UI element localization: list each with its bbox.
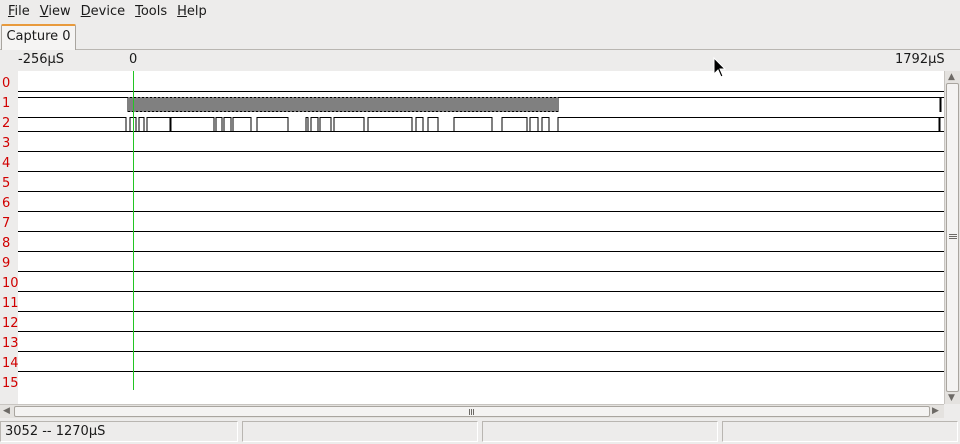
grip-line	[473, 409, 474, 415]
channel-label-2: 2	[2, 116, 11, 131]
scroll-up-icon[interactable]: ▲	[948, 72, 955, 82]
mouse-pointer-icon	[713, 57, 727, 78]
menu-bar: File View Device Tools Help	[0, 0, 960, 23]
capture-panel: -256µS 0 1792µS 0 1 2 3 4 5 6 7 8 9 10 11 12 13 14 15 ▲…	[0, 50, 960, 420]
channel-label-7: 7	[2, 216, 11, 231]
ruler-end-label: 1792µS	[895, 52, 945, 67]
channel-label-8: 8	[2, 236, 11, 251]
scroll-left-icon[interactable]: ◀	[3, 406, 10, 416]
channel-label-9: 9	[2, 256, 11, 271]
grip-line	[949, 238, 957, 239]
grip-line	[469, 409, 470, 415]
horizontal-scrollbar[interactable]: ◀ ▶	[0, 404, 944, 418]
status-field-3	[482, 421, 718, 442]
channel-label-3: 3	[2, 136, 11, 151]
channel-label-0: 0	[2, 76, 11, 91]
status-bar: 3052 -- 1270µS	[0, 420, 960, 444]
menu-file[interactable]: File	[3, 0, 35, 23]
status-range: 3052 -- 1270µS	[0, 421, 238, 442]
menu-view[interactable]: View	[35, 0, 76, 23]
vertical-scrollbar[interactable]: ▲ ▼	[944, 71, 960, 404]
waveform-view[interactable]	[18, 71, 944, 404]
menu-tools[interactable]: Tools	[130, 0, 172, 23]
channel-1-trace	[18, 97, 944, 112]
channel-label-14: 14	[2, 356, 19, 371]
channel-label-10: 10	[2, 276, 19, 291]
channel-label-6: 6	[2, 196, 11, 211]
channel-label-15: 15	[2, 376, 19, 391]
waveform-canvas	[18, 71, 944, 390]
menu-device[interactable]: Device	[76, 0, 130, 23]
menu-help[interactable]: Help	[172, 0, 212, 23]
horizontal-scroll-thumb[interactable]	[14, 406, 930, 417]
tab-strip: Capture 0	[0, 23, 960, 51]
channel-label-13: 13	[2, 336, 19, 351]
channel-label-12: 12	[2, 316, 19, 331]
channel-label-11: 11	[2, 296, 19, 311]
tab-capture-0[interactable]: Capture 0	[1, 24, 76, 51]
status-field-2	[242, 421, 478, 442]
vertical-scroll-thumb[interactable]	[946, 83, 959, 392]
scroll-right-icon[interactable]: ▶	[932, 406, 939, 416]
channel-label-1: 1	[2, 96, 11, 111]
ruler-start-label: -256µS	[18, 52, 65, 67]
channel-2-trace	[18, 117, 944, 132]
channel-label-4: 4	[2, 156, 11, 171]
grip-line	[949, 236, 957, 237]
channel-label-5: 5	[2, 176, 11, 191]
grip-line	[949, 234, 957, 235]
ruler-zero-label: 0	[129, 52, 138, 67]
grip-line	[471, 409, 472, 415]
status-field-4	[722, 421, 958, 442]
scroll-down-icon[interactable]: ▼	[948, 393, 955, 403]
